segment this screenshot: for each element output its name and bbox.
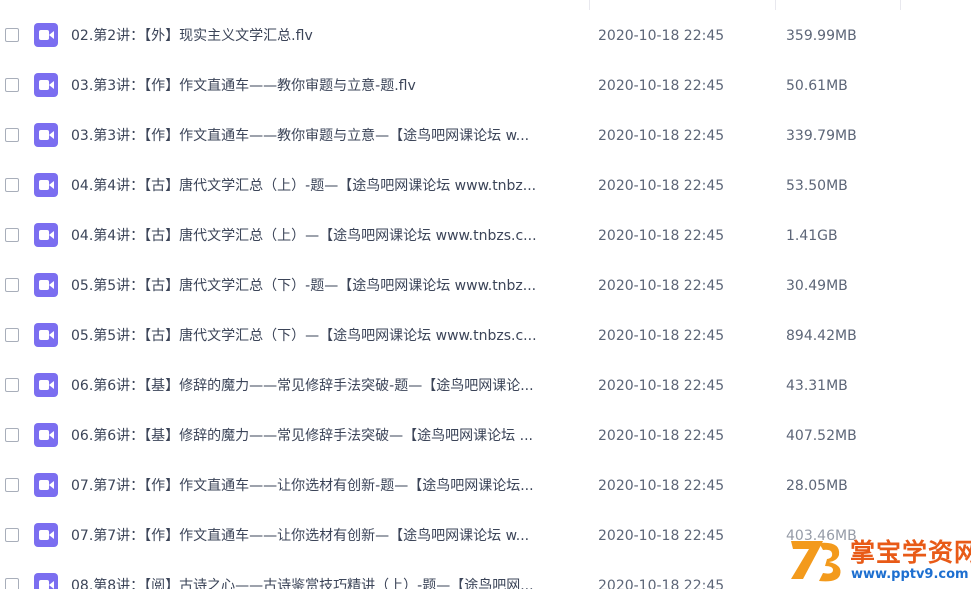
file-row[interactable]: 05.第5讲：【古】唐代文学汇总（下）-题—【途鸟吧网课论坛 www.tnbz.… bbox=[0, 260, 971, 310]
select-checkbox[interactable] bbox=[5, 128, 19, 142]
file-row[interactable]: 04.第4讲：【古】唐代文学汇总（上）—【途鸟吧网课论坛 www.tnbzs.c… bbox=[0, 210, 971, 260]
file-name[interactable]: 08.第8讲：【阅】古诗之心——古诗鉴赏技巧精讲（上）-题—【途鸟吧网... bbox=[71, 575, 581, 589]
select-checkbox[interactable] bbox=[5, 378, 19, 392]
video-file-icon bbox=[34, 573, 58, 589]
select-checkbox[interactable] bbox=[5, 528, 19, 542]
select-checkbox[interactable] bbox=[5, 78, 19, 92]
select-checkbox[interactable] bbox=[5, 28, 19, 42]
file-row[interactable]: 07.第7讲：【作】作文直通车——让你选材有创新-题—【途鸟吧网课论坛... 20… bbox=[0, 460, 971, 510]
video-file-icon bbox=[34, 523, 58, 547]
file-name[interactable]: 02.第2讲：【外】现实主义文学汇总.flv bbox=[71, 25, 581, 47]
video-file-icon bbox=[34, 173, 58, 197]
file-date: 2020-10-18 22:45 bbox=[598, 528, 725, 544]
file-date: 2020-10-18 22:45 bbox=[598, 228, 725, 244]
select-checkbox[interactable] bbox=[5, 578, 19, 589]
watermark: 掌宝学资网 www.pptv9.com bbox=[785, 529, 971, 589]
file-date: 2020-10-18 22:45 bbox=[598, 578, 725, 589]
file-row[interactable]: 04.第4讲：【古】唐代文学汇总（上）-题—【途鸟吧网课论坛 www.tnbz.… bbox=[0, 160, 971, 210]
file-size: 53.50MB bbox=[786, 178, 848, 194]
video-file-icon bbox=[34, 73, 58, 97]
file-size: 28.05MB bbox=[786, 478, 848, 494]
select-checkbox[interactable] bbox=[5, 328, 19, 342]
file-date: 2020-10-18 22:45 bbox=[598, 28, 725, 44]
file-name[interactable]: 06.第6讲：【基】修辞的魔力——常见修辞手法突破—【途鸟吧网课论坛 ... bbox=[71, 425, 581, 447]
select-checkbox[interactable] bbox=[5, 428, 19, 442]
video-file-icon bbox=[34, 273, 58, 297]
file-date: 2020-10-18 22:45 bbox=[598, 428, 725, 444]
file-size: 43.31MB bbox=[786, 378, 848, 394]
file-date: 2020-10-18 22:45 bbox=[598, 328, 725, 344]
column-divider[interactable] bbox=[589, 0, 590, 10]
file-date: 2020-10-18 22:45 bbox=[598, 128, 725, 144]
video-file-icon bbox=[34, 23, 58, 47]
file-row[interactable]: 05.第5讲：【古】唐代文学汇总（下）—【途鸟吧网课论坛 www.tnbzs.c… bbox=[0, 310, 971, 360]
video-file-icon bbox=[34, 423, 58, 447]
file-name[interactable]: 07.第7讲：【作】作文直通车——让你选材有创新—【途鸟吧网课论坛 w... bbox=[71, 525, 581, 547]
file-name[interactable]: 03.第3讲：【作】作文直通车——教你审题与立意—【途鸟吧网课论坛 w... bbox=[71, 125, 581, 147]
file-size: 1.41GB bbox=[786, 228, 838, 244]
file-size: 894.42MB bbox=[786, 328, 857, 344]
file-size: 30.49MB bbox=[786, 278, 848, 294]
list-header bbox=[0, 0, 971, 10]
select-checkbox[interactable] bbox=[5, 278, 19, 292]
column-divider[interactable] bbox=[900, 0, 901, 10]
file-name[interactable]: 05.第5讲：【古】唐代文学汇总（下）—【途鸟吧网课论坛 www.tnbzs.c… bbox=[71, 325, 581, 347]
file-date: 2020-10-18 22:45 bbox=[598, 378, 725, 394]
file-row[interactable]: 03.第3讲：【作】作文直通车——教你审题与立意—【途鸟吧网课论坛 w... 20… bbox=[0, 110, 971, 160]
video-file-icon bbox=[34, 123, 58, 147]
file-size: 50.61MB bbox=[786, 78, 848, 94]
file-row[interactable]: 02.第2讲：【外】现实主义文学汇总.flv 2020-10-18 22:45 35… bbox=[0, 10, 971, 60]
file-row[interactable]: 06.第6讲：【基】修辞的魔力——常见修辞手法突破—【途鸟吧网课论坛 ... 20… bbox=[0, 410, 971, 460]
select-checkbox[interactable] bbox=[5, 478, 19, 492]
file-name[interactable]: 04.第4讲：【古】唐代文学汇总（上）-题—【途鸟吧网课论坛 www.tnbz.… bbox=[71, 175, 581, 197]
file-name[interactable]: 07.第7讲：【作】作文直通车——让你选材有创新-题—【途鸟吧网课论坛... bbox=[71, 475, 581, 497]
file-row[interactable]: 06.第6讲：【基】修辞的魔力——常见修辞手法突破-题—【途鸟吧网课论... 20… bbox=[0, 360, 971, 410]
video-file-icon bbox=[34, 473, 58, 497]
video-file-icon bbox=[34, 223, 58, 247]
column-divider[interactable] bbox=[775, 0, 776, 10]
file-date: 2020-10-18 22:45 bbox=[598, 278, 725, 294]
file-size: 359.99MB bbox=[786, 28, 857, 44]
file-name[interactable]: 04.第4讲：【古】唐代文学汇总（上）—【途鸟吧网课论坛 www.tnbzs.c… bbox=[71, 225, 581, 247]
watermark-url: www.pptv9.com bbox=[851, 567, 969, 582]
video-file-icon bbox=[34, 323, 58, 347]
file-date: 2020-10-18 22:45 bbox=[598, 478, 725, 494]
video-file-icon bbox=[34, 373, 58, 397]
file-list: 02.第2讲：【外】现实主义文学汇总.flv 2020-10-18 22:45 35… bbox=[0, 10, 971, 589]
select-checkbox[interactable] bbox=[5, 178, 19, 192]
file-size: 339.79MB bbox=[786, 128, 857, 144]
watermark-title: 掌宝学资网 bbox=[850, 538, 971, 567]
file-size: 407.52MB bbox=[786, 428, 857, 444]
file-name[interactable]: 03.第3讲：【作】作文直通车——教你审题与立意-题.flv bbox=[71, 75, 581, 97]
file-date: 2020-10-18 22:45 bbox=[598, 78, 725, 94]
file-row[interactable]: 03.第3讲：【作】作文直通车——教你审题与立意-题.flv 2020-10-18… bbox=[0, 60, 971, 110]
watermark-logo-icon bbox=[791, 541, 841, 582]
file-name[interactable]: 05.第5讲：【古】唐代文学汇总（下）-题—【途鸟吧网课论坛 www.tnbz.… bbox=[71, 275, 581, 297]
select-checkbox[interactable] bbox=[5, 228, 19, 242]
file-name[interactable]: 06.第6讲：【基】修辞的魔力——常见修辞手法突破-题—【途鸟吧网课论... bbox=[71, 375, 581, 397]
file-date: 2020-10-18 22:45 bbox=[598, 178, 725, 194]
